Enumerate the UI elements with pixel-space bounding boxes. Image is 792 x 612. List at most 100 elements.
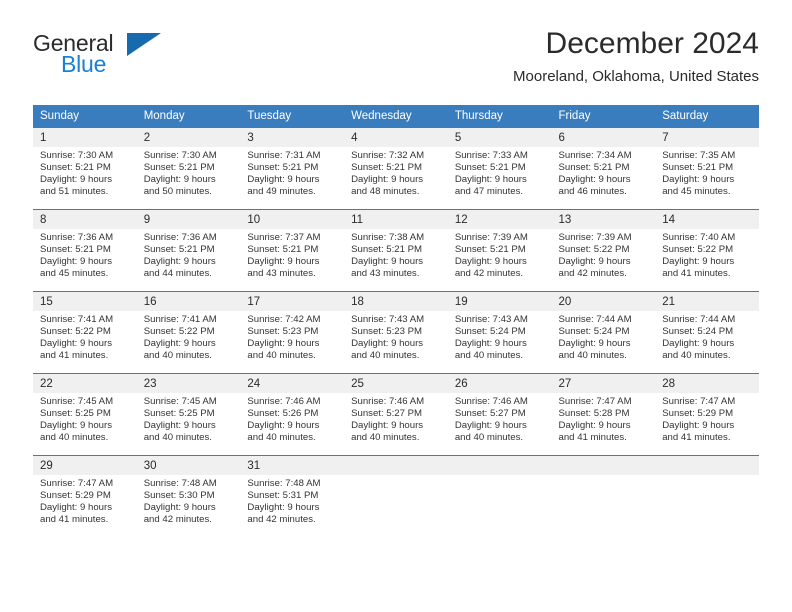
daylight-text-line2: and 40 minutes. [662, 350, 731, 362]
day-cell-empty [344, 475, 448, 536]
day-cell[interactable]: Sunrise: 7:37 AM Sunset: 5:21 PM Dayligh… [240, 229, 345, 290]
sunset-text: Sunset: 5:21 PM [351, 244, 423, 256]
day-cell[interactable]: Sunrise: 7:42 AM Sunset: 5:23 PM Dayligh… [240, 311, 345, 372]
day-cell[interactable]: Sunrise: 7:36 AM Sunset: 5:21 PM Dayligh… [136, 229, 241, 290]
daylight-text-line1: Daylight: 9 hours [662, 174, 735, 186]
sunrise-text: Sunrise: 7:34 AM [558, 150, 632, 161]
day-number[interactable]: 4 [344, 128, 448, 147]
day-number[interactable]: 29 [33, 456, 137, 475]
day-number[interactable]: 25 [344, 374, 448, 393]
page-title: December 2024 [545, 27, 759, 60]
calendar-page: General Blue December 2024 Mooreland, Ok… [0, 0, 792, 612]
day-cell[interactable]: Sunrise: 7:30 AM Sunset: 5:21 PM Dayligh… [33, 147, 137, 208]
sunset-text: Sunset: 5:24 PM [558, 326, 630, 338]
daylight-text-line1: Daylight: 9 hours [454, 174, 527, 186]
sunrise-text: Sunrise: 7:30 AM [40, 150, 114, 161]
day-cell[interactable]: Sunrise: 7:45 AM Sunset: 5:25 PM Dayligh… [136, 393, 241, 454]
day-cell[interactable]: Sunrise: 7:46 AM Sunset: 5:27 PM Dayligh… [344, 393, 448, 454]
day-number[interactable]: 31 [240, 456, 345, 475]
sunrise-text: Sunrise: 7:39 AM [454, 232, 528, 243]
day-cell[interactable]: Sunrise: 7:41 AM Sunset: 5:22 PM Dayligh… [136, 311, 241, 372]
sunset-text: Sunset: 5:25 PM [143, 408, 215, 420]
sunset-text: Sunset: 5:31 PM [247, 490, 319, 502]
day-number[interactable]: 19 [447, 292, 552, 311]
day-cell[interactable]: Sunrise: 7:47 AM Sunset: 5:29 PM Dayligh… [33, 475, 137, 536]
day-cell[interactable]: Sunrise: 7:30 AM Sunset: 5:21 PM Dayligh… [136, 147, 241, 208]
day-number[interactable]: 22 [33, 374, 137, 393]
day-number[interactable]: 21 [655, 292, 759, 311]
day-number[interactable]: 27 [551, 374, 656, 393]
day-cell[interactable]: Sunrise: 7:31 AM Sunset: 5:21 PM Dayligh… [240, 147, 345, 208]
day-number[interactable]: 24 [240, 374, 345, 393]
sunrise-text: Sunrise: 7:36 AM [143, 232, 217, 243]
sunrise-text: Sunrise: 7:48 AM [247, 478, 321, 489]
day-cell[interactable]: Sunrise: 7:46 AM Sunset: 5:27 PM Dayligh… [447, 393, 552, 454]
day-detail-row: Sunrise: 7:30 AM Sunset: 5:21 PM Dayligh… [33, 147, 759, 208]
daylight-text-line2: and 40 minutes. [143, 432, 212, 444]
sunrise-text: Sunrise: 7:46 AM [247, 396, 321, 407]
day-number[interactable]: 14 [655, 210, 759, 229]
day-cell[interactable]: Sunrise: 7:39 AM Sunset: 5:22 PM Dayligh… [551, 229, 656, 290]
day-cell[interactable]: Sunrise: 7:44 AM Sunset: 5:24 PM Dayligh… [655, 311, 759, 372]
sunset-text: Sunset: 5:29 PM [40, 490, 111, 502]
sunset-text: Sunset: 5:26 PM [247, 408, 319, 420]
day-cell[interactable]: Sunrise: 7:44 AM Sunset: 5:24 PM Dayligh… [551, 311, 656, 372]
day-number[interactable]: 8 [33, 210, 137, 229]
day-number[interactable]: 30 [136, 456, 241, 475]
day-number[interactable]: 11 [344, 210, 448, 229]
sunset-text: Sunset: 5:23 PM [247, 326, 319, 338]
day-number[interactable]: 12 [447, 210, 552, 229]
daylight-text-line2: and 48 minutes. [351, 186, 420, 198]
day-cell[interactable]: Sunrise: 7:48 AM Sunset: 5:30 PM Dayligh… [136, 475, 241, 536]
day-cell[interactable]: Sunrise: 7:33 AM Sunset: 5:21 PM Dayligh… [447, 147, 552, 208]
weekday-header-monday: Monday [136, 105, 241, 128]
day-cell[interactable]: Sunrise: 7:41 AM Sunset: 5:22 PM Dayligh… [33, 311, 137, 372]
day-number[interactable]: 3 [240, 128, 345, 147]
sunrise-text: Sunrise: 7:40 AM [662, 232, 736, 243]
daylight-text-line2: and 45 minutes. [662, 186, 731, 198]
day-cell[interactable]: Sunrise: 7:35 AM Sunset: 5:21 PM Dayligh… [655, 147, 759, 208]
day-detail-row: Sunrise: 7:36 AM Sunset: 5:21 PM Dayligh… [33, 229, 759, 290]
day-number[interactable]: 2 [136, 128, 241, 147]
brand-name-blue: Blue [61, 51, 107, 77]
day-number[interactable]: 9 [136, 210, 241, 229]
day-number[interactable]: 18 [344, 292, 448, 311]
day-number[interactable]: 10 [240, 210, 345, 229]
day-number[interactable]: 20 [551, 292, 656, 311]
day-number[interactable]: 15 [33, 292, 137, 311]
day-number[interactable]: 26 [447, 374, 552, 393]
sunset-text: Sunset: 5:22 PM [40, 326, 111, 338]
day-number[interactable]: 6 [551, 128, 656, 147]
day-number[interactable]: 7 [655, 128, 759, 147]
day-cell[interactable]: Sunrise: 7:36 AM Sunset: 5:21 PM Dayligh… [33, 229, 137, 290]
daylight-text-line2: and 46 minutes. [558, 186, 627, 198]
day-number[interactable]: 1 [33, 128, 137, 147]
day-cell[interactable]: Sunrise: 7:46 AM Sunset: 5:26 PM Dayligh… [240, 393, 345, 454]
weekday-header-friday: Friday [551, 105, 656, 128]
day-number[interactable]: 17 [240, 292, 345, 311]
day-cell[interactable]: Sunrise: 7:48 AM Sunset: 5:31 PM Dayligh… [240, 475, 345, 536]
brand-logo[interactable]: General Blue [33, 32, 263, 88]
day-cell[interactable]: Sunrise: 7:40 AM Sunset: 5:22 PM Dayligh… [655, 229, 759, 290]
sunrise-text: Sunrise: 7:45 AM [40, 396, 114, 407]
day-number[interactable]: 16 [136, 292, 241, 311]
daylight-text-line2: and 51 minutes. [40, 186, 109, 198]
daylight-text-line1: Daylight: 9 hours [143, 338, 216, 350]
day-cell[interactable]: Sunrise: 7:38 AM Sunset: 5:21 PM Dayligh… [344, 229, 448, 290]
day-cell[interactable]: Sunrise: 7:47 AM Sunset: 5:28 PM Dayligh… [551, 393, 656, 454]
day-number[interactable]: 23 [136, 374, 241, 393]
day-cell[interactable]: Sunrise: 7:47 AM Sunset: 5:29 PM Dayligh… [655, 393, 759, 454]
sunset-text: Sunset: 5:21 PM [143, 244, 215, 256]
weekday-header-row: Sunday Monday Tuesday Wednesday Thursday… [33, 105, 759, 128]
daylight-text-line2: and 40 minutes. [351, 350, 420, 362]
day-cell[interactable]: Sunrise: 7:32 AM Sunset: 5:21 PM Dayligh… [344, 147, 448, 208]
daylight-text-line2: and 44 minutes. [143, 268, 212, 280]
day-cell[interactable]: Sunrise: 7:43 AM Sunset: 5:23 PM Dayligh… [344, 311, 448, 372]
day-number[interactable]: 13 [551, 210, 656, 229]
day-cell[interactable]: Sunrise: 7:45 AM Sunset: 5:25 PM Dayligh… [33, 393, 137, 454]
day-cell[interactable]: Sunrise: 7:34 AM Sunset: 5:21 PM Dayligh… [551, 147, 656, 208]
day-cell[interactable]: Sunrise: 7:39 AM Sunset: 5:21 PM Dayligh… [447, 229, 552, 290]
day-cell[interactable]: Sunrise: 7:43 AM Sunset: 5:24 PM Dayligh… [447, 311, 552, 372]
day-number[interactable]: 28 [655, 374, 759, 393]
day-number[interactable]: 5 [447, 128, 552, 147]
